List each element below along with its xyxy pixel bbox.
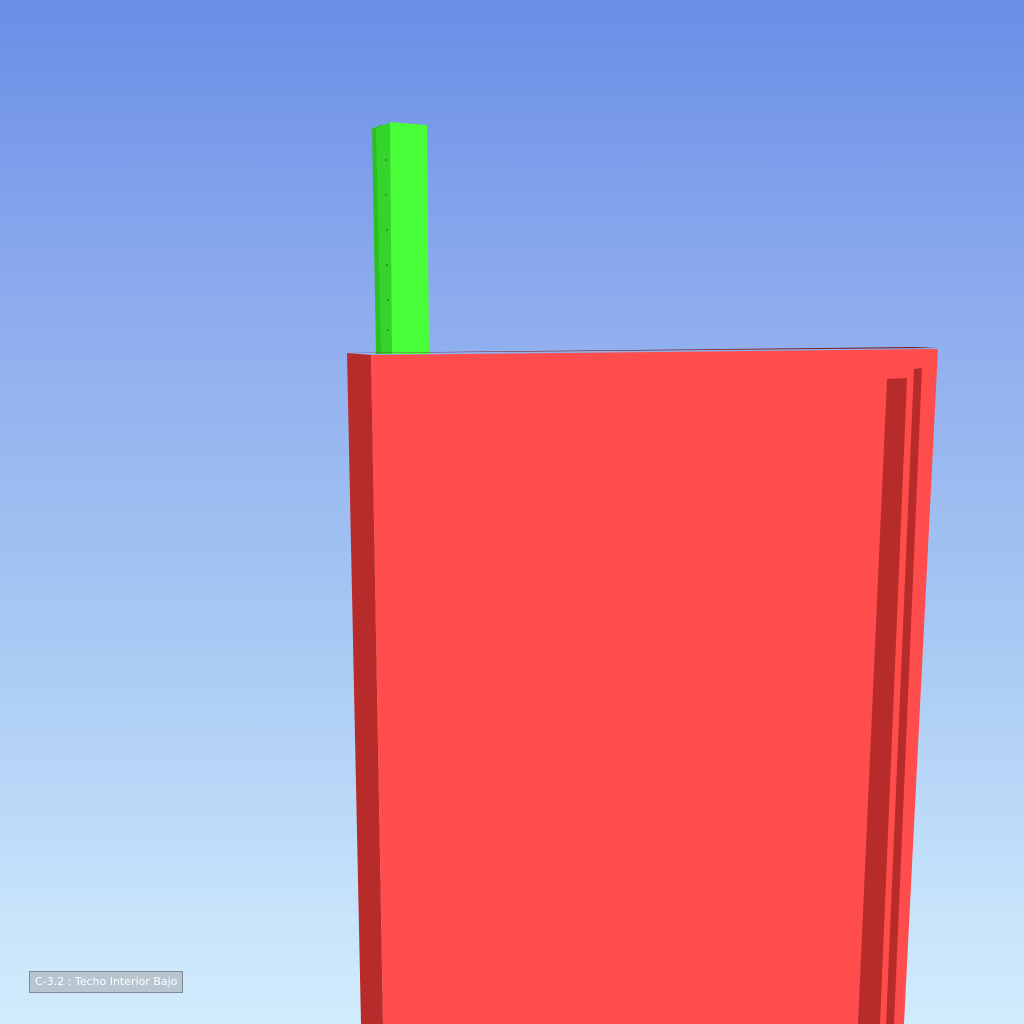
green-element[interactable]	[372, 122, 429, 354]
selection-label-text: C-3.2 : Techo Interior Bajo	[35, 975, 178, 988]
scene-canvas[interactable]	[0, 0, 1024, 1024]
red-element-front-face[interactable]	[371, 349, 938, 1024]
green-element-front-face[interactable]	[390, 122, 429, 354]
selection-label: C-3.2 : Techo Interior Bajo	[29, 971, 184, 993]
red-element[interactable]	[347, 347, 938, 1024]
3d-viewport[interactable]: C-3.2 : Techo Interior Bajo	[0, 0, 1024, 1024]
